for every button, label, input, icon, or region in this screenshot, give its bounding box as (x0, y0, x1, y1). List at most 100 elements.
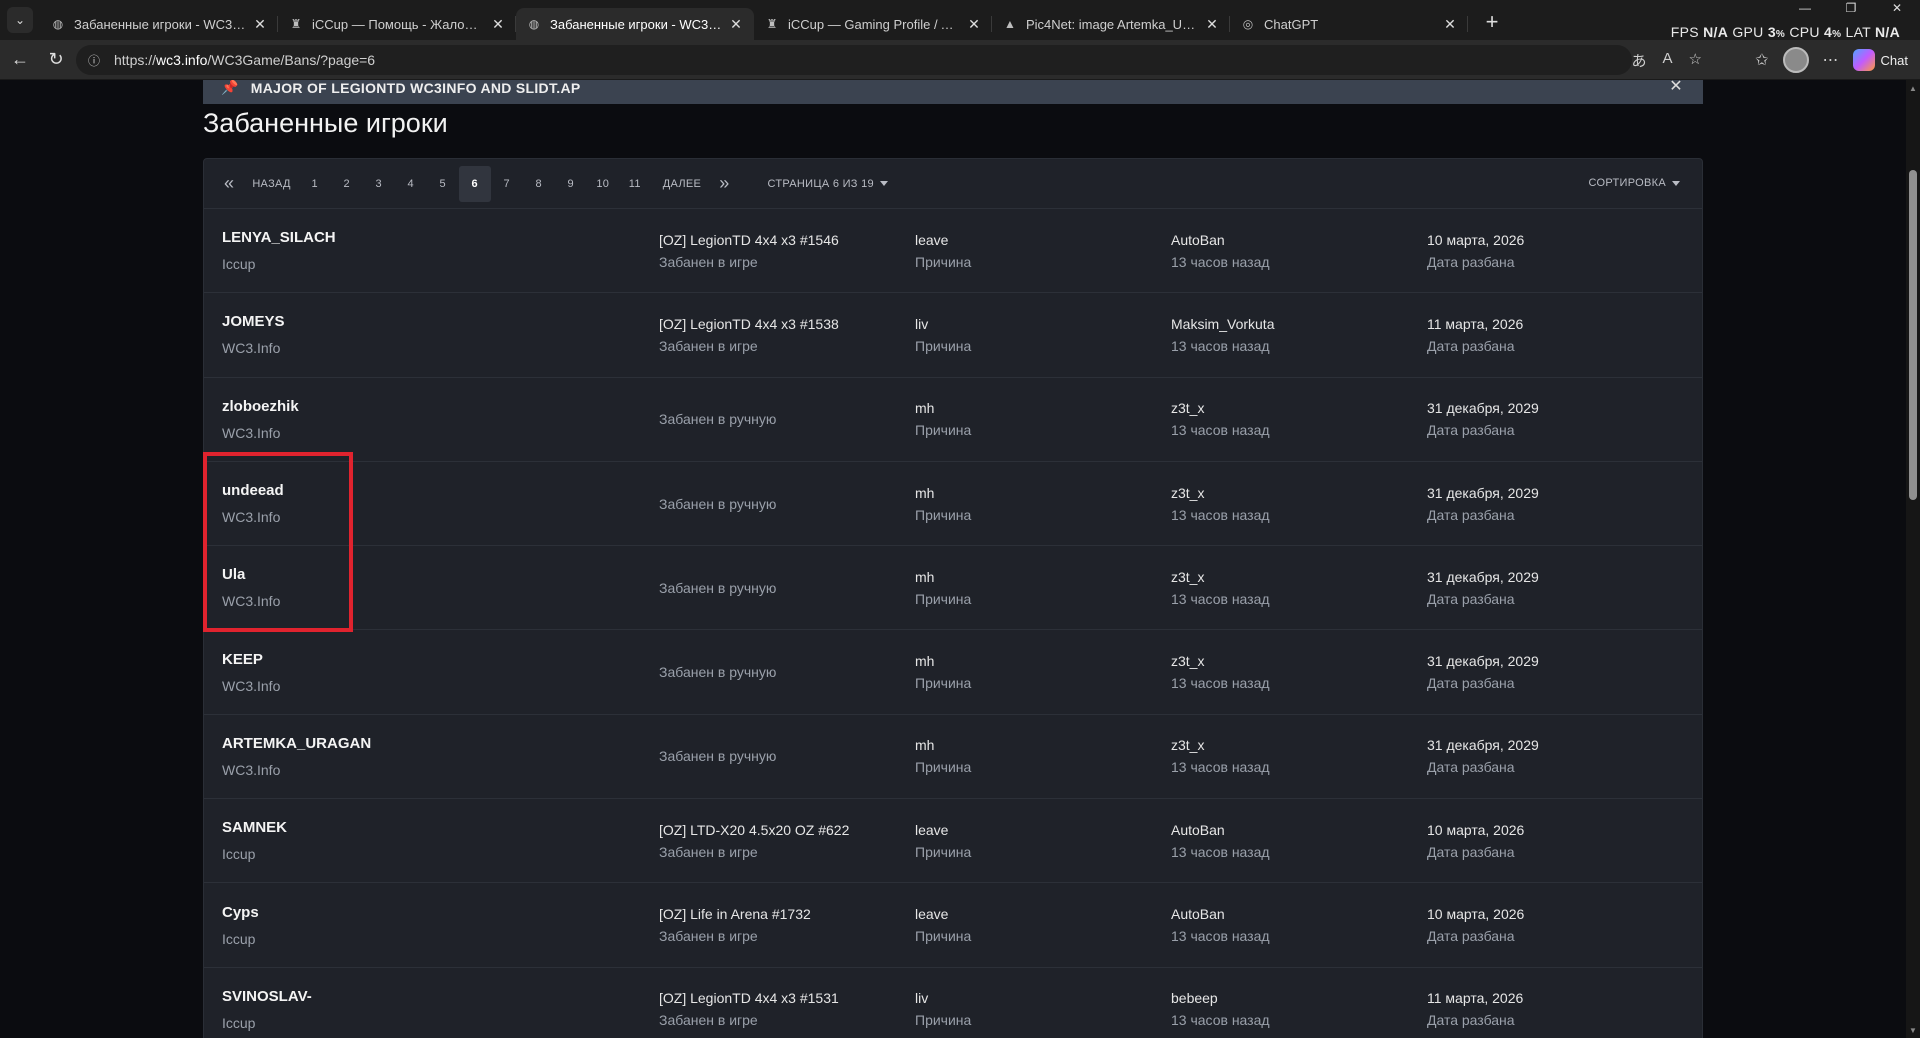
player-name[interactable]: SAMNEK (222, 819, 622, 836)
next-page-link[interactable]: Далее (655, 166, 709, 202)
admin-cell: z3t_x 13 часов назад (1171, 462, 1411, 545)
minimize-icon[interactable]: — (1782, 0, 1828, 16)
player-source: Iccup (222, 1014, 256, 1031)
player-name[interactable]: Cyps (222, 904, 622, 921)
scroll-up-icon[interactable]: ▲ (1909, 84, 1917, 93)
ban-reason: mh (915, 568, 935, 585)
admin-name[interactable]: z3t_x (1171, 485, 1411, 501)
game-link[interactable]: [OZ] LegionTD 4x4 x3 #1538 (659, 316, 899, 332)
page-link[interactable]: 2 (331, 166, 363, 202)
sort-dropdown[interactable]: Сортировка (1589, 177, 1680, 189)
player-source: WC3.Info (222, 677, 281, 694)
close-tab-icon[interactable]: ✕ (1442, 16, 1458, 33)
page-link[interactable]: 10 (587, 166, 619, 202)
reason-cell: leave Причина (915, 883, 1155, 966)
close-tab-icon[interactable]: ✕ (966, 16, 982, 33)
player-cell: SAMNEK Iccup (222, 799, 622, 882)
player-name[interactable]: Ula (222, 566, 622, 583)
browser-tab[interactable]: ▲ Pic4Net: image Artemka_Uragan n ✕ (992, 8, 1230, 40)
close-tab-icon[interactable]: ✕ (252, 16, 268, 33)
page-link[interactable]: 3 (363, 166, 395, 202)
new-tab-button[interactable]: + (1474, 9, 1510, 35)
game-link[interactable]: [OZ] Life in Arena #1732 (659, 906, 899, 922)
page-jump-dropdown[interactable]: Страница 6 из 19 (768, 178, 888, 190)
page-link[interactable]: 8 (523, 166, 555, 202)
player-name[interactable]: SVINOSLAV- (222, 988, 622, 1005)
reason-caption: Причина (915, 422, 972, 439)
admin-name[interactable]: z3t_x (1171, 400, 1411, 416)
game-link[interactable]: [OZ] LegionTD 4x4 x3 #1546 (659, 232, 899, 248)
copilot-chat-button[interactable]: Chat (1852, 49, 1908, 71)
favorites-icon[interactable]: ✩ (1755, 50, 1768, 70)
page-link[interactable]: 11 (619, 166, 651, 202)
address-bar[interactable]: ⓘ https://wc3.info/WC3Game/Bans/?page=6 (76, 45, 1632, 75)
ban-reason: leave (915, 231, 949, 248)
page-link[interactable]: 1 (299, 166, 331, 202)
scroll-down-icon[interactable]: ▼ (1909, 1026, 1917, 1035)
admin-name[interactable]: z3t_x (1171, 737, 1411, 753)
read-aloud-icon[interactable]: A (1663, 50, 1673, 71)
page-link[interactable]: 5 (427, 166, 459, 202)
tab-actions-menu[interactable]: ⌄ (0, 0, 40, 40)
admin-name[interactable]: z3t_x (1171, 569, 1411, 585)
gpu-value: 3 (1767, 24, 1776, 40)
admin-name[interactable]: AutoBan (1171, 906, 1411, 922)
unban-caption: Дата разбана (1427, 843, 1515, 860)
unban-caption: Дата разбана (1427, 337, 1515, 354)
site-info-icon[interactable]: ⓘ (88, 52, 104, 69)
browser-tab[interactable]: ♜ iCCup — Gaming Profile / ARTEMK ✕ (754, 8, 992, 40)
page-scrollbar[interactable]: ▲ ▼ (1906, 80, 1920, 1038)
unban-caption: Дата разбана (1427, 675, 1515, 692)
browser-tab[interactable]: ♜ iCCup — Помощь - Жалоба на м ✕ (278, 8, 516, 40)
close-banner-icon[interactable]: ✕ (1669, 80, 1683, 96)
close-tab-icon[interactable]: ✕ (490, 16, 506, 33)
admin-name[interactable]: Maksim_Vorkuta (1171, 316, 1411, 332)
player-name[interactable]: undeead (222, 482, 622, 499)
globe-icon: ◍ (52, 17, 64, 31)
player-name[interactable]: zloboezhik (222, 398, 622, 415)
more-options-icon[interactable]: ⋯ (1823, 50, 1839, 70)
player-source: Iccup (222, 256, 256, 273)
scrollbar-thumb[interactable] (1909, 170, 1917, 500)
admin-name[interactable]: AutoBan (1171, 232, 1411, 248)
prev-page-link[interactable]: Назад (244, 166, 298, 202)
translate-icon[interactable]: あ (1632, 50, 1647, 71)
ban-time: 13 часов назад (1171, 759, 1270, 776)
unban-caption: Дата разбана (1427, 928, 1515, 945)
game-cell: [OZ] LegionTD 4x4 x3 #1538 Забанен в игр… (659, 293, 899, 376)
first-page-icon[interactable]: « (214, 173, 244, 194)
last-page-icon[interactable]: » (709, 173, 739, 194)
browser-tab[interactable]: ◍ Забаненные игроки - WC3.Info ✕ (516, 8, 754, 40)
profile-avatar[interactable] (1782, 47, 1809, 73)
ban-reason: mh (915, 737, 935, 754)
reason-caption: Причина (915, 759, 972, 776)
browser-tab[interactable]: ◍ Забаненные игроки - WC3.Info ✕ (40, 8, 278, 40)
player-name[interactable]: ARTEMKA_URAGAN (222, 735, 622, 752)
ban-row: Ula WC3.Info Забанен в ручную mh Причина… (204, 546, 1702, 631)
close-tab-icon[interactable]: ✕ (728, 16, 744, 33)
reload-icon[interactable]: ↻ (38, 44, 74, 76)
close-tab-icon[interactable]: ✕ (1204, 16, 1220, 33)
game-link[interactable]: [OZ] LegionTD 4x4 x3 #1531 (659, 990, 899, 1006)
admin-name[interactable]: AutoBan (1171, 822, 1411, 838)
player-name[interactable]: LENYA_SILACH (222, 229, 622, 246)
current-page[interactable]: 6 (458, 165, 491, 202)
ban-row: undeead WC3.Info Забанен в ручную mh При… (204, 462, 1702, 547)
admin-cell: z3t_x 13 часов назад (1171, 546, 1411, 629)
back-icon[interactable]: ← (2, 44, 38, 76)
reason-caption: Причина (915, 675, 972, 692)
admin-name[interactable]: z3t_x (1171, 653, 1411, 669)
page-link[interactable]: 7 (491, 166, 523, 202)
player-name[interactable]: JOMEYS (222, 313, 622, 330)
player-name[interactable]: KEEP (222, 651, 622, 668)
page-link[interactable]: 9 (555, 166, 587, 202)
favorite-star-icon[interactable]: ☆ (1689, 50, 1702, 71)
ban-type: Забанен в ручную (659, 579, 777, 596)
game-link[interactable]: [OZ] LTD-X20 4.5x20 OZ #622 (659, 822, 899, 838)
close-window-icon[interactable]: ✕ (1874, 0, 1920, 16)
browser-tab[interactable]: ◎ ChatGPT ✕ (1230, 8, 1468, 40)
restore-icon[interactable]: ❐ (1828, 0, 1874, 16)
chevron-down-icon[interactable]: ⌄ (7, 7, 33, 33)
page-link[interactable]: 4 (395, 166, 427, 202)
admin-name[interactable]: bebeep (1171, 990, 1411, 1006)
